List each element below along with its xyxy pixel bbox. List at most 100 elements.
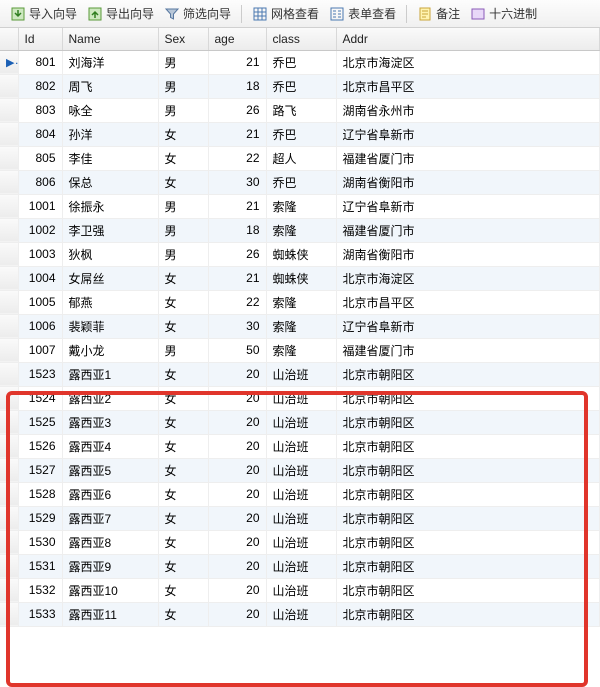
cell-sex[interactable]: 女 bbox=[158, 146, 208, 170]
row-indicator[interactable] bbox=[0, 602, 18, 626]
cell-id[interactable]: 1527 bbox=[18, 458, 62, 482]
cell-name[interactable]: 戴小龙 bbox=[62, 338, 158, 362]
cell-age[interactable]: 20 bbox=[208, 602, 266, 626]
cell-age[interactable]: 21 bbox=[208, 50, 266, 74]
cell-name[interactable]: 郁燕 bbox=[62, 290, 158, 314]
cell-class[interactable]: 乔巴 bbox=[266, 170, 336, 194]
cell-name[interactable]: 露西亚3 bbox=[62, 410, 158, 434]
cell-sex[interactable]: 女 bbox=[158, 554, 208, 578]
cell-addr[interactable]: 湖南省衡阳市 bbox=[336, 170, 600, 194]
cell-id[interactable]: 1533 bbox=[18, 602, 62, 626]
cell-age[interactable]: 20 bbox=[208, 506, 266, 530]
cell-sex[interactable]: 女 bbox=[158, 578, 208, 602]
row-indicator[interactable] bbox=[0, 506, 18, 530]
table-row[interactable]: 1001徐振永男21索隆辽宁省阜新市 bbox=[0, 194, 600, 218]
row-indicator[interactable] bbox=[0, 386, 18, 410]
row-indicator[interactable] bbox=[0, 338, 18, 362]
hex-button[interactable]: 十六进制 bbox=[466, 4, 541, 23]
cell-addr[interactable]: 北京市朝阳区 bbox=[336, 602, 600, 626]
cell-id[interactable]: 1528 bbox=[18, 482, 62, 506]
cell-class[interactable]: 山治班 bbox=[266, 602, 336, 626]
cell-id[interactable]: 1525 bbox=[18, 410, 62, 434]
cell-addr[interactable]: 湖南省永州市 bbox=[336, 98, 600, 122]
cell-name[interactable]: 女屌丝 bbox=[62, 266, 158, 290]
cell-class[interactable]: 山治班 bbox=[266, 482, 336, 506]
cell-id[interactable]: 1004 bbox=[18, 266, 62, 290]
cell-sex[interactable]: 女 bbox=[158, 314, 208, 338]
cell-addr[interactable]: 北京市朝阳区 bbox=[336, 434, 600, 458]
cell-age[interactable]: 50 bbox=[208, 338, 266, 362]
cell-sex[interactable]: 男 bbox=[158, 218, 208, 242]
cell-addr[interactable]: 北京市朝阳区 bbox=[336, 554, 600, 578]
cell-class[interactable]: 路飞 bbox=[266, 98, 336, 122]
cell-addr[interactable]: 北京市海淀区 bbox=[336, 50, 600, 74]
cell-class[interactable]: 索隆 bbox=[266, 338, 336, 362]
cell-class[interactable]: 山治班 bbox=[266, 554, 336, 578]
table-row[interactable]: 806保总女30乔巴湖南省衡阳市 bbox=[0, 170, 600, 194]
cell-id[interactable]: 1002 bbox=[18, 218, 62, 242]
cell-age[interactable]: 30 bbox=[208, 314, 266, 338]
cell-class[interactable]: 蜘蛛侠 bbox=[266, 242, 336, 266]
table-row[interactable]: 1523露西亚1女20山治班北京市朝阳区 bbox=[0, 362, 600, 386]
row-indicator[interactable]: ▶ bbox=[0, 50, 18, 74]
cell-age[interactable]: 26 bbox=[208, 98, 266, 122]
cell-addr[interactable]: 湖南省衡阳市 bbox=[336, 242, 600, 266]
gridview-button[interactable]: 网格查看 bbox=[248, 4, 323, 23]
row-indicator[interactable] bbox=[0, 146, 18, 170]
cell-class[interactable]: 山治班 bbox=[266, 434, 336, 458]
cell-age[interactable]: 18 bbox=[208, 218, 266, 242]
cell-addr[interactable]: 福建省厦门市 bbox=[336, 146, 600, 170]
col-header-addr[interactable]: Addr bbox=[336, 28, 600, 50]
cell-id[interactable]: 1524 bbox=[18, 386, 62, 410]
cell-id[interactable]: 1007 bbox=[18, 338, 62, 362]
row-indicator[interactable] bbox=[0, 530, 18, 554]
cell-name[interactable]: 露西亚7 bbox=[62, 506, 158, 530]
cell-id[interactable]: 1523 bbox=[18, 362, 62, 386]
cell-age[interactable]: 20 bbox=[208, 530, 266, 554]
cell-sex[interactable]: 女 bbox=[158, 266, 208, 290]
cell-id[interactable]: 802 bbox=[18, 74, 62, 98]
cell-age[interactable]: 21 bbox=[208, 266, 266, 290]
cell-id[interactable]: 1001 bbox=[18, 194, 62, 218]
col-header-age[interactable]: age bbox=[208, 28, 266, 50]
cell-sex[interactable]: 女 bbox=[158, 362, 208, 386]
cell-age[interactable]: 20 bbox=[208, 434, 266, 458]
cell-age[interactable]: 22 bbox=[208, 146, 266, 170]
cell-class[interactable]: 索隆 bbox=[266, 218, 336, 242]
row-indicator[interactable] bbox=[0, 194, 18, 218]
table-row[interactable]: 1533露西亚11女20山治班北京市朝阳区 bbox=[0, 602, 600, 626]
cell-class[interactable]: 山治班 bbox=[266, 362, 336, 386]
cell-id[interactable]: 1003 bbox=[18, 242, 62, 266]
cell-sex[interactable]: 女 bbox=[158, 386, 208, 410]
row-indicator[interactable] bbox=[0, 554, 18, 578]
cell-addr[interactable]: 北京市朝阳区 bbox=[336, 578, 600, 602]
cell-name[interactable]: 露西亚4 bbox=[62, 434, 158, 458]
row-indicator[interactable] bbox=[0, 434, 18, 458]
table-row[interactable]: 1528露西亚6女20山治班北京市朝阳区 bbox=[0, 482, 600, 506]
cell-addr[interactable]: 北京市朝阳区 bbox=[336, 482, 600, 506]
cell-sex[interactable]: 女 bbox=[158, 530, 208, 554]
cell-sex[interactable]: 男 bbox=[158, 98, 208, 122]
cell-class[interactable]: 索隆 bbox=[266, 194, 336, 218]
cell-name[interactable]: 露西亚6 bbox=[62, 482, 158, 506]
cell-name[interactable]: 露西亚10 bbox=[62, 578, 158, 602]
row-indicator[interactable] bbox=[0, 266, 18, 290]
cell-age[interactable]: 18 bbox=[208, 74, 266, 98]
table-row[interactable]: 803咏全男26路飞湖南省永州市 bbox=[0, 98, 600, 122]
cell-addr[interactable]: 福建省厦门市 bbox=[336, 218, 600, 242]
cell-id[interactable]: 1531 bbox=[18, 554, 62, 578]
table-row[interactable]: 1004女屌丝女21蜘蛛侠北京市海淀区 bbox=[0, 266, 600, 290]
cell-sex[interactable]: 女 bbox=[158, 410, 208, 434]
rowhead-corner[interactable] bbox=[0, 28, 18, 50]
cell-addr[interactable]: 北京市朝阳区 bbox=[336, 458, 600, 482]
cell-age[interactable]: 21 bbox=[208, 194, 266, 218]
cell-id[interactable]: 1005 bbox=[18, 290, 62, 314]
cell-name[interactable]: 李佳 bbox=[62, 146, 158, 170]
filter-button[interactable]: 筛选向导 bbox=[160, 4, 235, 23]
table-row[interactable]: 804孙洋女21乔巴辽宁省阜新市 bbox=[0, 122, 600, 146]
cell-class[interactable]: 山治班 bbox=[266, 506, 336, 530]
cell-class[interactable]: 山治班 bbox=[266, 458, 336, 482]
cell-age[interactable]: 20 bbox=[208, 578, 266, 602]
cell-age[interactable]: 20 bbox=[208, 554, 266, 578]
import-button[interactable]: 导入向导 bbox=[6, 4, 81, 23]
